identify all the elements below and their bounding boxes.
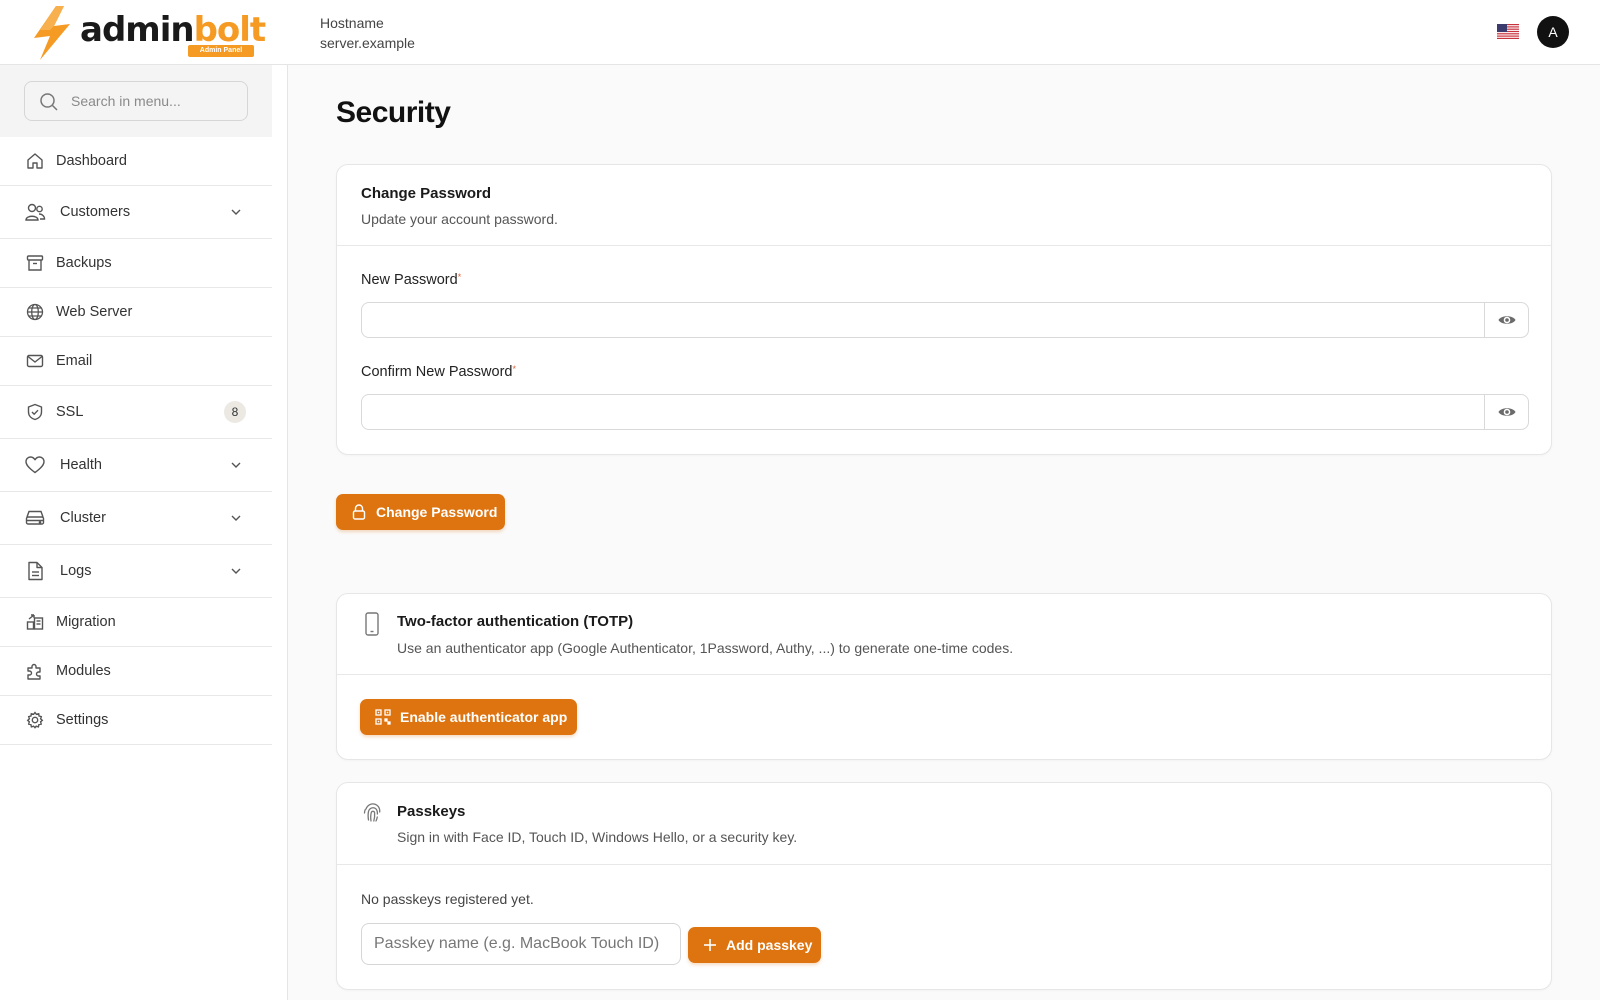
sidebar-item-backups[interactable]: Backups xyxy=(0,239,272,288)
passkeys-empty-text: No passkeys registered yet. xyxy=(361,891,534,907)
sidebar-search[interactable] xyxy=(24,81,248,121)
bolt-logo-icon xyxy=(34,6,70,60)
sidebar-item-label: Email xyxy=(56,353,93,369)
new-password-label: New Password* xyxy=(361,272,462,288)
totp-description: Use an authenticator app (Google Authent… xyxy=(397,640,1014,656)
change-password-button-label: Change Password xyxy=(376,504,498,520)
chevron-down-icon xyxy=(231,568,241,574)
chevron-down-icon xyxy=(231,462,241,468)
sidebar-item-web-server[interactable]: Web Server xyxy=(0,288,272,337)
add-passkey-button[interactable]: Add passkey xyxy=(688,927,821,963)
add-passkey-label: Add passkey xyxy=(726,937,813,953)
sidebar-item-cluster[interactable]: Cluster xyxy=(0,492,272,545)
sidebar-item-label: Logs xyxy=(60,563,92,579)
change-password-title: Change Password xyxy=(361,185,492,202)
sidebar-item-label: Dashboard xyxy=(56,153,127,169)
sidebar-item-label: Web Server xyxy=(56,304,133,320)
passkey-name-input[interactable] xyxy=(362,924,680,964)
sidebar-item-dashboard[interactable]: Dashboard xyxy=(0,137,272,186)
top-header: adminbolt Admin Panel Hostname server.ex… xyxy=(0,0,1600,65)
change-password-description: Update your account password. xyxy=(361,211,558,227)
globe-icon xyxy=(24,301,46,323)
server-icon xyxy=(24,507,46,529)
logo-badge: Admin Panel xyxy=(188,45,254,57)
sidebar-item-ssl[interactable]: SSL 8 xyxy=(0,386,272,439)
passkeys-card: Passkeys Sign in with Face ID, Touch ID,… xyxy=(336,782,1552,990)
sidebar-item-label: Customers xyxy=(60,204,131,220)
gear-icon xyxy=(24,709,46,731)
mail-icon xyxy=(24,350,46,372)
migration-icon xyxy=(24,611,46,633)
sidebar-item-label: Cluster xyxy=(60,510,106,526)
avatar[interactable]: A xyxy=(1537,16,1569,48)
search-icon xyxy=(40,93,58,111)
enable-authenticator-button[interactable]: Enable authenticator app xyxy=(360,699,577,735)
heart-icon xyxy=(24,454,46,476)
sidebar-item-label: Health xyxy=(60,457,102,473)
sidebar-item-health[interactable]: Health xyxy=(0,439,272,492)
puzzle-icon xyxy=(24,660,46,682)
new-password-input[interactable] xyxy=(362,303,1482,337)
archive-icon xyxy=(24,252,46,274)
sidebar-item-label: SSL xyxy=(56,404,84,420)
sidebar-item-label: Migration xyxy=(56,614,116,630)
adminbolt-logo[interactable]: adminbolt Admin Panel xyxy=(30,6,266,60)
show-password-toggle[interactable] xyxy=(1484,303,1528,337)
sidebar-item-label: Settings xyxy=(56,712,109,728)
home-icon xyxy=(24,150,46,172)
plus-icon xyxy=(704,939,716,951)
passkey-name-field xyxy=(361,923,681,965)
eye-icon xyxy=(1498,408,1515,416)
smartphone-icon xyxy=(365,612,379,636)
sidebar-item-customers[interactable]: Customers xyxy=(0,186,272,239)
lock-icon xyxy=(352,504,366,520)
passkeys-header: Passkeys Sign in with Face ID, Touch ID,… xyxy=(337,783,1551,865)
eye-icon xyxy=(1498,316,1515,324)
chevron-down-icon xyxy=(231,209,241,215)
users-icon xyxy=(24,201,46,223)
totp-header: Two-factor authentication (TOTP) Use an … xyxy=(337,594,1551,675)
qr-code-icon xyxy=(375,709,391,725)
sidebar-item-settings[interactable]: Settings xyxy=(0,696,272,745)
sidebar: Dashboard Customers Backups Web Server xyxy=(0,65,288,1000)
change-password-card: Change Password Update your account pass… xyxy=(336,164,1552,455)
change-password-header: Change Password Update your account pass… xyxy=(337,165,1551,246)
hostname-value: server.example xyxy=(320,35,415,51)
us-flag-icon[interactable] xyxy=(1497,24,1519,39)
sidebar-search-area xyxy=(0,65,272,137)
sidebar-item-email[interactable]: Email xyxy=(0,337,272,386)
sidebar-item-label: Modules xyxy=(56,663,111,679)
confirm-password-input[interactable] xyxy=(362,395,1482,429)
sidebar-item-label: Backups xyxy=(56,255,112,271)
sidebar-item-migration[interactable]: Migration xyxy=(0,598,272,647)
passkeys-title: Passkeys xyxy=(397,803,466,820)
enable-authenticator-label: Enable authenticator app xyxy=(400,709,568,725)
confirm-password-label: Confirm New Password* xyxy=(361,364,517,380)
sidebar-nav: Dashboard Customers Backups Web Server E… xyxy=(0,137,272,745)
required-marker: * xyxy=(457,272,462,282)
confirm-password-field xyxy=(361,394,1529,430)
show-confirm-password-toggle[interactable] xyxy=(1484,395,1528,429)
change-password-button[interactable]: Change Password xyxy=(336,494,505,530)
logo-wordmark: adminbolt xyxy=(80,10,266,50)
chevron-down-icon xyxy=(231,515,241,521)
new-password-field xyxy=(361,302,1529,338)
fingerprint-icon xyxy=(363,803,381,822)
required-marker: * xyxy=(512,364,517,374)
hostname-display: Hostname server.example xyxy=(320,13,415,53)
hostname-label: Hostname xyxy=(320,15,384,31)
passkeys-description: Sign in with Face ID, Touch ID, Windows … xyxy=(397,829,798,845)
totp-title: Two-factor authentication (TOTP) xyxy=(397,613,634,630)
file-icon xyxy=(24,560,46,582)
sidebar-item-modules[interactable]: Modules xyxy=(0,647,272,696)
search-input[interactable] xyxy=(71,90,241,112)
page-title: Security xyxy=(336,96,451,129)
sidebar-item-logs[interactable]: Logs xyxy=(0,545,272,598)
ssl-count-badge: 8 xyxy=(224,401,246,423)
shield-icon xyxy=(24,401,46,423)
